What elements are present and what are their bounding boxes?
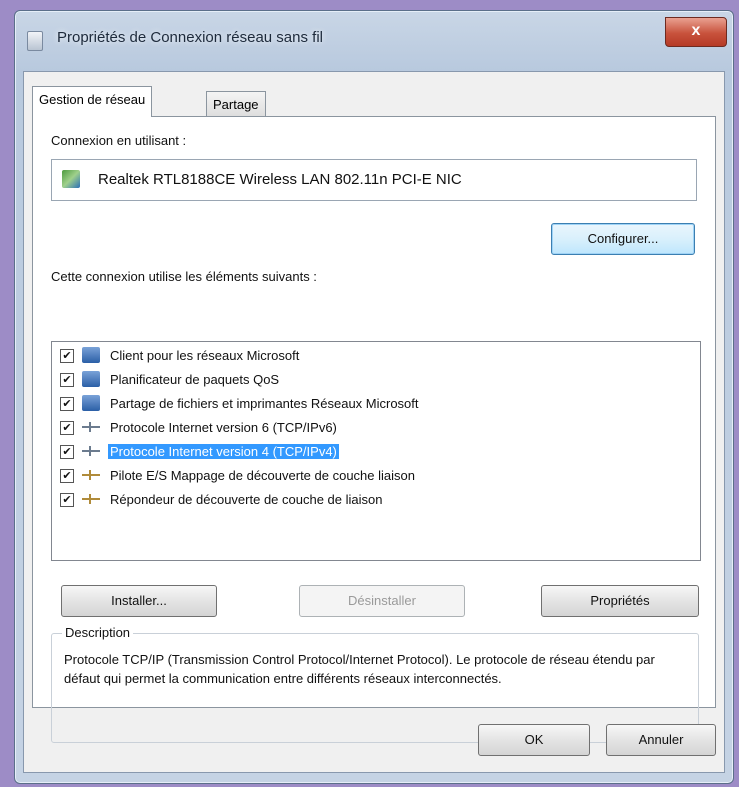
checkbox[interactable]: ✔ (60, 397, 74, 411)
uninstall-button[interactable]: Désinstaller (299, 585, 465, 617)
checkbox[interactable]: ✔ (60, 349, 74, 363)
list-item[interactable]: ✔ Protocole Internet version 6 (TCP/IPv6… (56, 416, 696, 440)
list-item-selected[interactable]: ✔ Protocole Internet version 4 (TCP/IPv4… (56, 440, 696, 464)
tab-sharing[interactable]: Partage (206, 91, 266, 118)
checkbox[interactable]: ✔ (60, 445, 74, 459)
checkbox[interactable]: ✔ (60, 373, 74, 387)
cancel-button[interactable]: Annuler (606, 724, 716, 756)
network-adapter-icon (62, 170, 80, 188)
items-label: Cette connexion utilise les éléments sui… (51, 269, 317, 284)
protocol-icon (82, 470, 100, 480)
list-item[interactable]: ✔ Partage de fichiers et imprimantes Rés… (56, 392, 696, 416)
network-client-icon (82, 347, 100, 363)
close-button[interactable]: x (665, 17, 727, 47)
title-bar[interactable]: Propriétés de Connexion réseau sans fil … (15, 11, 733, 71)
list-item-label: Protocole Internet version 6 (TCP/IPv6) (110, 420, 337, 435)
dialog-client-area: Gestion de réseau Partage Connexion en u… (23, 71, 725, 773)
description-text: Protocole TCP/IP (Transmission Control P… (64, 652, 655, 686)
list-item[interactable]: ✔ Planificateur de paquets QoS (56, 368, 696, 392)
network-client-icon (82, 395, 100, 411)
dialog-window: Propriétés de Connexion réseau sans fil … (14, 10, 734, 784)
window-title: Propriétés de Connexion réseau sans fil (57, 29, 323, 46)
list-item[interactable]: ✔ Pilote E/S Mappage de découverte de co… (56, 464, 696, 488)
install-button[interactable]: Installer... (61, 585, 217, 617)
protocol-icon (82, 422, 100, 432)
list-item-label: Planificateur de paquets QoS (110, 372, 280, 387)
list-item[interactable]: ✔ Client pour les réseaux Microsoft (56, 344, 696, 368)
adapter-name: Realtek RTL8188CE Wireless LAN 802.11n P… (98, 171, 462, 188)
description-legend: Description (62, 625, 134, 640)
list-item-label: Client pour les réseaux Microsoft (110, 348, 300, 363)
list-item-label: Répondeur de découverte de couche de lia… (110, 492, 383, 507)
network-client-icon (82, 371, 100, 387)
list-item-label: Protocole Internet version 4 (TCP/IPv4) (108, 444, 339, 459)
checkbox[interactable]: ✔ (60, 421, 74, 435)
configure-button[interactable]: Configurer... (551, 223, 695, 255)
list-item-label: Pilote E/S Mappage de découverte de couc… (110, 468, 415, 483)
description-group: Description Protocole TCP/IP (Transmissi… (51, 625, 699, 743)
properties-button[interactable]: Propriétés (541, 585, 699, 617)
tab-networking[interactable]: Gestion de réseau (32, 86, 153, 117)
components-list[interactable]: ✔ Client pour les réseaux Microsoft ✔ Pl… (51, 341, 701, 561)
checkbox[interactable]: ✔ (60, 469, 74, 483)
protocol-icon (82, 446, 100, 456)
network-icon (27, 31, 43, 51)
ok-button[interactable]: OK (478, 724, 590, 756)
list-item-label: Partage de fichiers et imprimantes Résea… (110, 396, 419, 411)
networking-tab-panel: Connexion en utilisant : Realtek RTL8188… (32, 116, 716, 743)
adapter-display: Realtek RTL8188CE Wireless LAN 802.11n P… (51, 159, 697, 201)
protocol-icon (82, 494, 100, 504)
connect-using-label: Connexion en utilisant : (51, 133, 187, 148)
checkbox[interactable]: ✔ (60, 493, 74, 507)
list-item[interactable]: ✔ Répondeur de découverte de couche de l… (56, 488, 696, 512)
